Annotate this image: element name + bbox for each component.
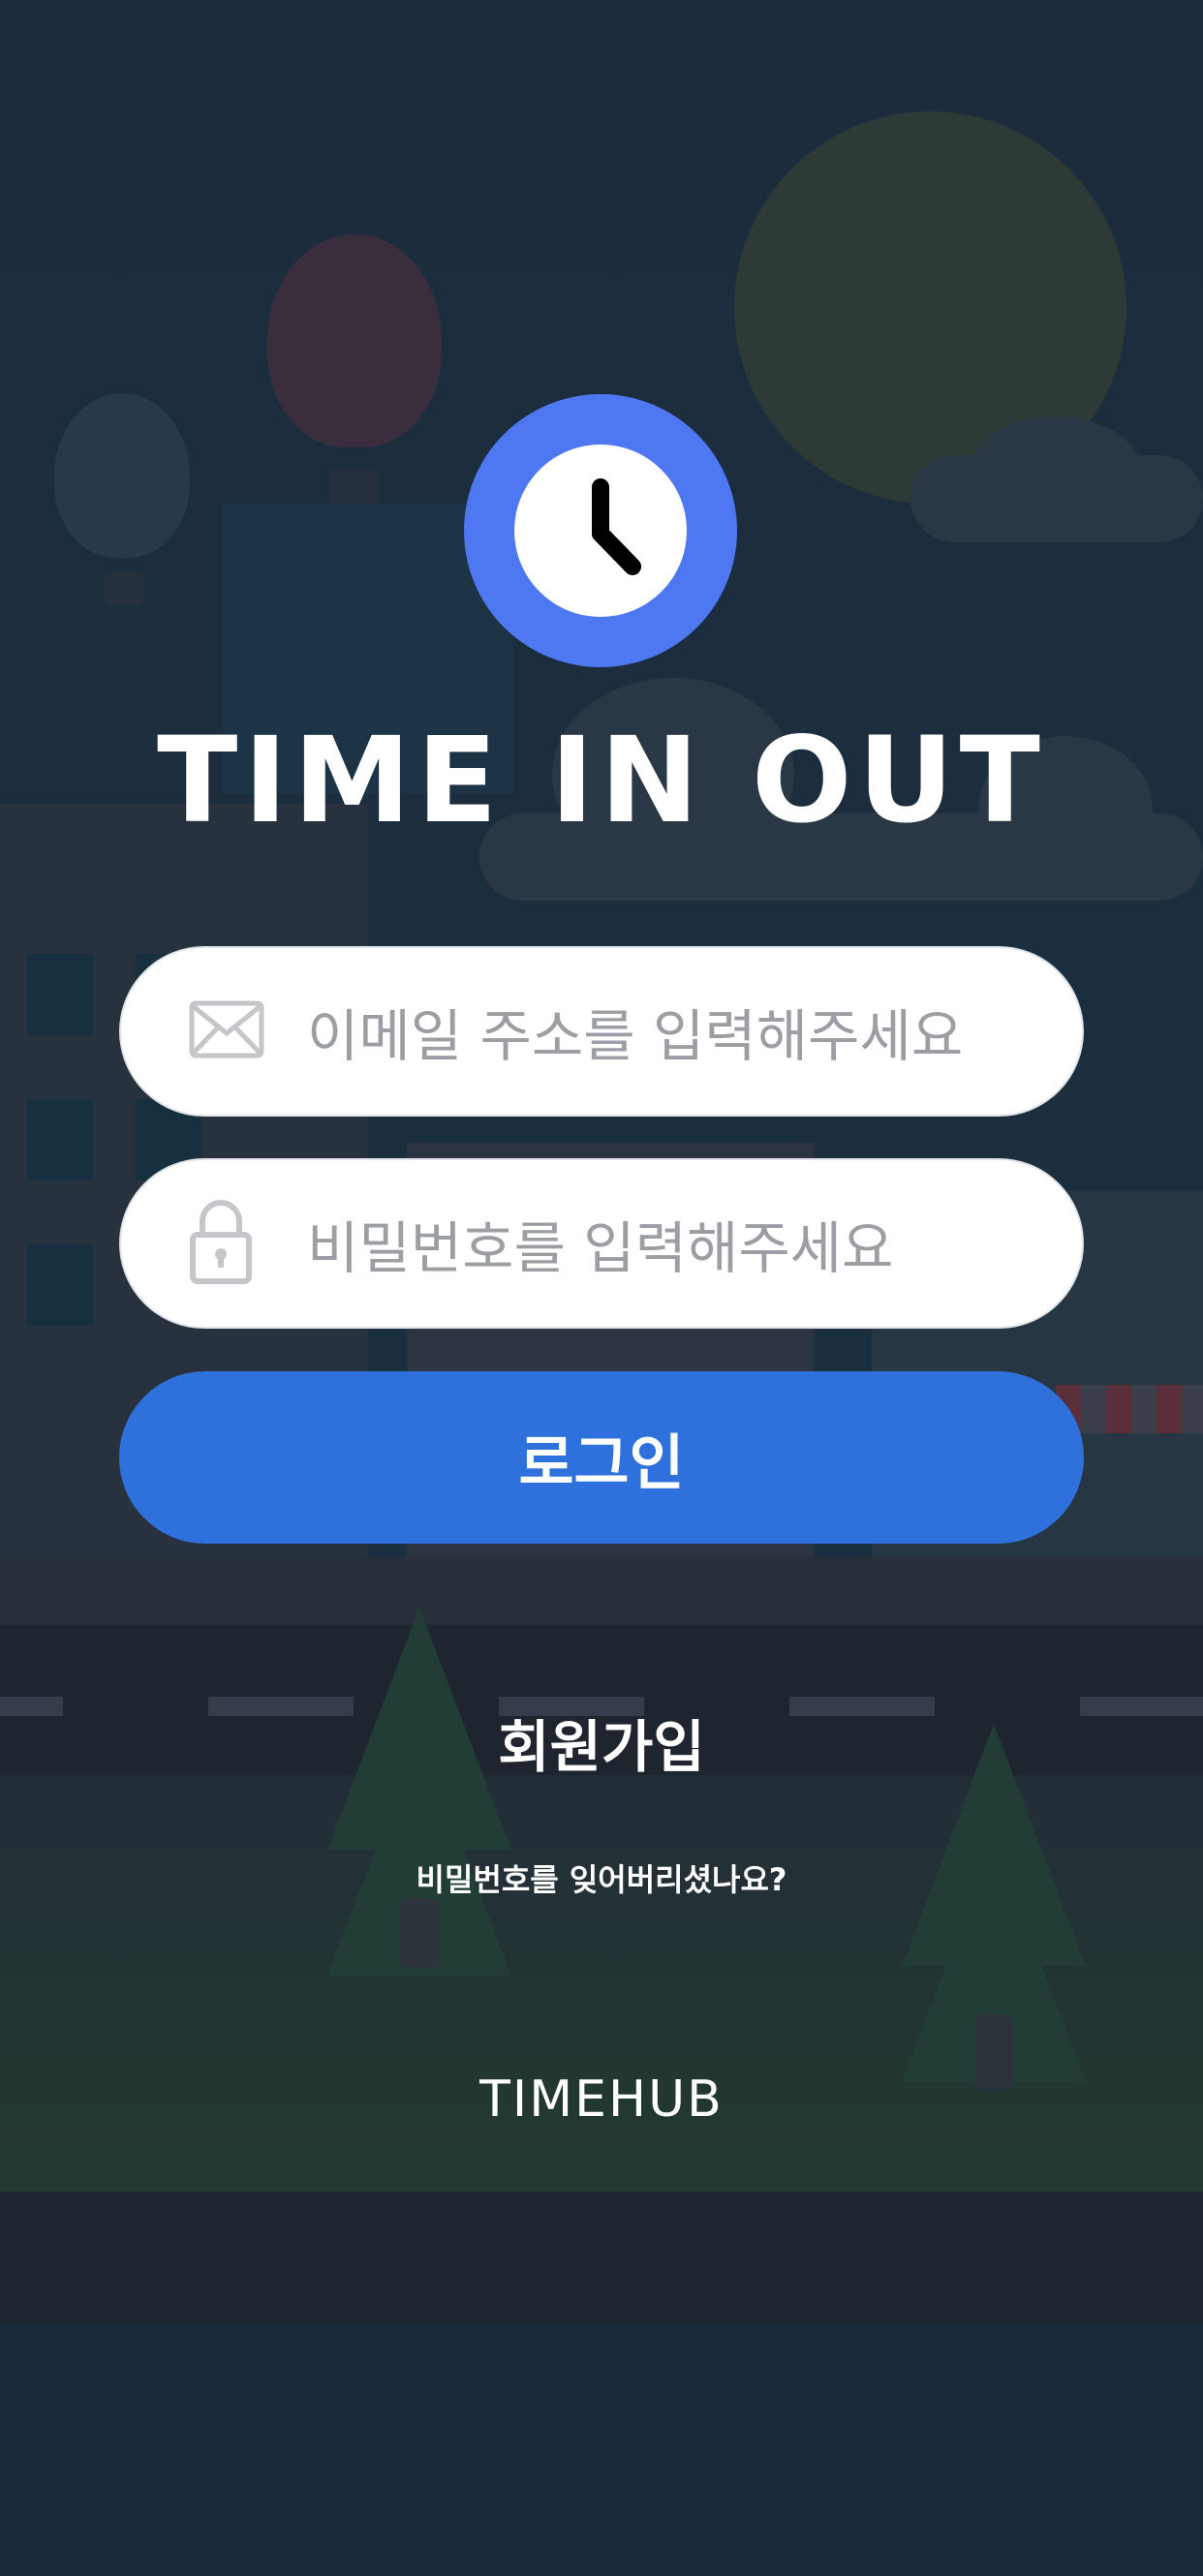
balloon-basket-small — [105, 571, 143, 606]
email-field[interactable]: 이메일 주소를 입력해주세요 — [119, 946, 1084, 1117]
clock-hands — [592, 478, 641, 575]
signup-link[interactable]: 회원가입 — [0, 1702, 1203, 1783]
sidewalk — [0, 1557, 1203, 1625]
clock-icon — [514, 445, 687, 617]
app-title: TIME IN OUT — [157, 712, 1046, 849]
hot-air-balloon-large — [267, 234, 442, 447]
tree-trunk — [400, 1898, 439, 1968]
envelope-icon — [189, 1000, 264, 1062]
hot-air-balloon-small — [54, 393, 190, 558]
email-placeholder: 이메일 주소를 입력해주세요 — [307, 1003, 964, 1069]
brand-logo: TIMEHUB — [479, 2070, 724, 2129]
password-field[interactable]: 비밀번호를 입력해주세요 — [119, 1158, 1084, 1329]
password-placeholder: 비밀번호를 입력해주세요 — [307, 1215, 894, 1281]
login-button[interactable]: 로그인 — [119, 1371, 1084, 1544]
lock-icon — [189, 1198, 253, 1289]
forgot-password-link[interactable]: 비밀번호를 잊어버리셨나요? — [0, 1855, 1203, 1900]
window — [27, 1244, 93, 1326]
window — [27, 1099, 93, 1181]
cloud-right-puff — [969, 416, 1143, 533]
lower-road — [0, 2192, 1203, 2322]
ground — [0, 2322, 1203, 2576]
window — [27, 954, 93, 1035]
